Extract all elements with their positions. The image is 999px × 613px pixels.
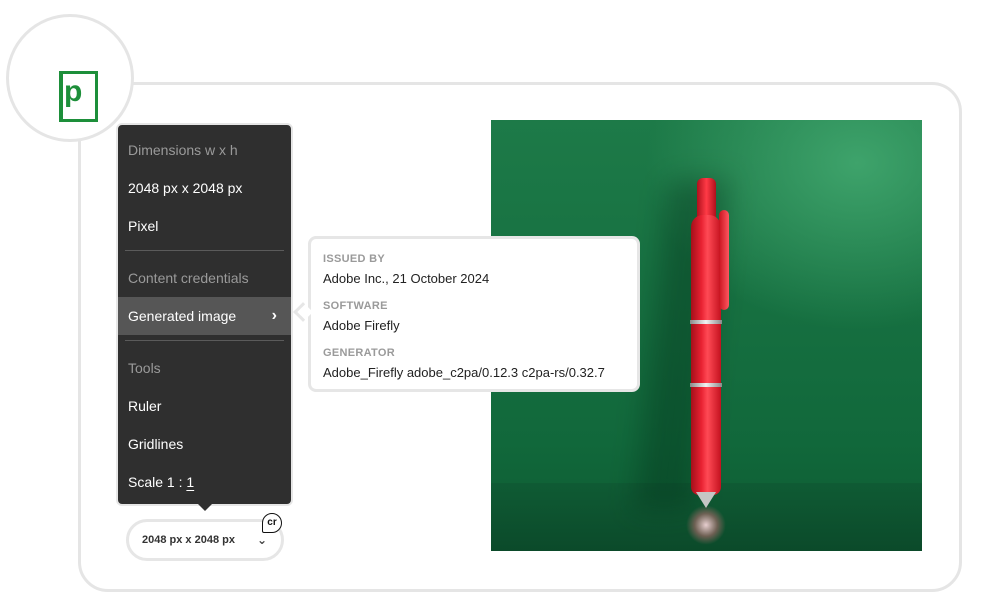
issued-by-label: ISSUED BY	[323, 253, 385, 265]
software-label: SOFTWARE	[323, 300, 388, 312]
menu-item-pixel[interactable]: Pixel	[118, 207, 291, 245]
menu-item-scale[interactable]: Scale 1 : 1	[118, 463, 291, 501]
logo-letter: p	[64, 75, 83, 108]
dimension-select-value: 2048 px x 2048 px	[142, 534, 235, 546]
context-menu: Dimensions w x h 2048 px x 2048 px Pixel…	[116, 123, 293, 506]
generator-label: GENERATOR	[323, 347, 395, 359]
logo-badge: p	[6, 14, 134, 142]
stage: p Dimensions w x h 2048 px x 2048 px Pix…	[0, 0, 999, 613]
content-credentials-icon[interactable]: cr	[262, 513, 282, 533]
menu-header-content-credentials: Content credentials	[128, 270, 249, 286]
logo-icon: p	[59, 71, 98, 122]
pen-body	[691, 215, 721, 495]
pen-clip	[719, 210, 729, 310]
credentials-popover: ISSUED BY Adobe Inc., 21 October 2024 SO…	[308, 236, 640, 392]
issued-by-value: Adobe Inc., 21 October 2024	[323, 271, 490, 286]
software-value: Adobe Firefly	[323, 318, 400, 333]
pen-cap	[697, 178, 716, 218]
pen-ring-lower	[690, 383, 722, 387]
chevron-right-icon: ›	[271, 307, 277, 324]
menu-header-tools: Tools	[128, 360, 161, 376]
menu-item-ruler[interactable]: Ruler	[118, 387, 291, 425]
menu-pointer	[197, 503, 213, 511]
pen-ring-upper	[690, 320, 722, 324]
pen-glow	[686, 505, 726, 545]
dimension-select[interactable]: 2048 px x 2048 px ⌄	[126, 519, 284, 561]
generator-value: Adobe_Firefly adobe_c2pa/0.12.3 c2pa-rs/…	[323, 365, 605, 380]
scale-input[interactable]: 1	[186, 474, 194, 490]
menu-divider	[125, 340, 284, 341]
scale-label: Scale 1 :	[128, 474, 187, 490]
menu-item-dimensions-value[interactable]: 2048 px x 2048 px	[118, 169, 291, 207]
menu-item-generated-image[interactable]: Generated image ›	[118, 297, 291, 335]
menu-divider	[125, 250, 284, 251]
menu-item-generated-image-label: Generated image	[128, 308, 237, 324]
menu-item-gridlines[interactable]: Gridlines	[118, 425, 291, 463]
menu-header-dimensions: Dimensions w x h	[128, 142, 238, 158]
